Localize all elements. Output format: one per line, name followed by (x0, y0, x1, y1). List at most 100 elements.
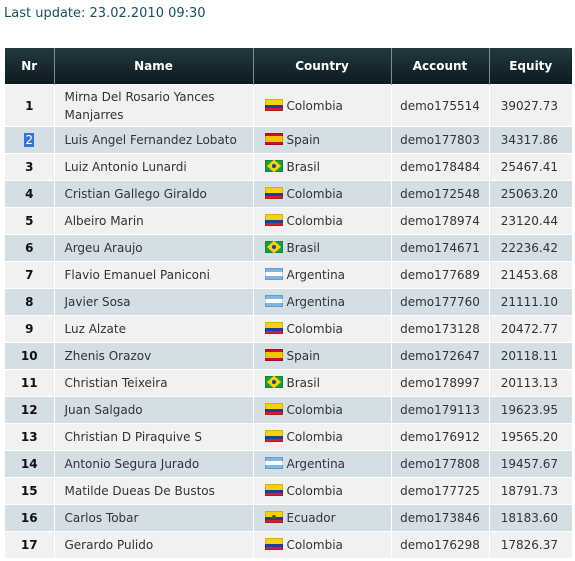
cell-account: demo179113 (390, 396, 489, 424)
rank-number: 11 (20, 376, 38, 390)
ranking-table-container: Nr Name Country Account Equity 1 Mirna De… (5, 48, 572, 558)
cell-name: Argeu Araujo (53, 234, 253, 262)
cell-name: Zhenis Orazov (53, 342, 253, 370)
argentina-flag-icon (264, 268, 283, 280)
country-name: Brasil (286, 160, 320, 174)
country-name: Colombia (286, 214, 343, 228)
column-header-nr: Nr (5, 48, 54, 85)
cell-account: demo174671 (390, 234, 489, 262)
table-row: 8 Javier Sosa Argentina demo177760 21111.10 (5, 288, 572, 316)
table-row: 9 Luz Alzate Colombia demo173128 20472.77 (5, 315, 572, 343)
cell-equity: 20472.77 (488, 315, 572, 343)
cell-country: Brasil (252, 153, 391, 181)
cell-nr: 10 (5, 342, 54, 370)
cell-nr: 2 (5, 126, 54, 154)
country-name: Colombia (286, 322, 343, 336)
rank-number: 1 (25, 98, 34, 113)
cell-nr: 16 (5, 504, 54, 532)
cell-account: demo178974 (390, 207, 489, 235)
cell-equity: 22236.42 (488, 234, 572, 262)
cell-nr: 6 (5, 234, 54, 262)
colombia-flag-icon (264, 98, 283, 111)
rank-number: 16 (20, 511, 38, 525)
cell-nr: 5 (5, 207, 54, 235)
table-row: 12 Juan Salgado Colombia demo179113 19623.95 (5, 396, 572, 424)
cell-equity: 19457.67 (488, 450, 572, 478)
country-name: Argentina (286, 268, 346, 282)
rank-number: 17 (20, 538, 38, 552)
cell-equity: 25063.20 (488, 180, 572, 208)
cell-name: Mirna Del Rosario Yances Manjarres (53, 84, 253, 127)
colombia-flag-icon (264, 187, 283, 199)
cell-equity: 34317.86 (488, 126, 572, 154)
country-name: Brasil (286, 241, 320, 255)
cell-name: Albeiro Marin (53, 207, 253, 235)
brasil-flag-icon (264, 241, 283, 253)
rank-number: 5 (25, 214, 34, 228)
table-row: 7 Flavio Emanuel Paniconi Argentina demo177… (5, 261, 572, 289)
cell-country: Argentina (252, 261, 391, 289)
cell-country: Colombia (252, 207, 391, 235)
cell-name: Javier Sosa (53, 288, 253, 316)
cell-nr: 3 (5, 153, 54, 181)
country-name: Colombia (286, 484, 343, 498)
cell-equity: 18183.60 (488, 504, 572, 532)
country-name: Spain (286, 133, 321, 147)
cell-name: Christian D Piraquive S (53, 423, 253, 451)
column-header-name: Name (53, 48, 253, 85)
cell-equity: 17826.37 (488, 531, 572, 558)
argentina-flag-icon (264, 295, 283, 307)
table-row: 3 Luiz Antonio Lunardi Brasil demo178484 254… (5, 153, 572, 181)
table-body: 1 Mirna Del Rosario Yances Manjarres Colom… (5, 84, 572, 558)
cell-equity: 39027.73 (488, 84, 572, 127)
cell-nr: 12 (5, 396, 54, 424)
country-name: Colombia (286, 187, 343, 201)
colombia-flag-icon (264, 430, 283, 442)
cell-country: Colombia (252, 531, 391, 558)
country-name: Argentina (286, 457, 346, 471)
table-row: 17 Gerardo Pulido Colombia demo176298 17826.… (5, 531, 572, 558)
colombia-flag-icon (264, 538, 283, 550)
cell-country: Colombia (252, 396, 391, 424)
colombia-flag-icon (264, 403, 283, 415)
rank-number: 10 (20, 349, 38, 363)
cell-equity: 21453.68 (488, 261, 572, 289)
cell-name: Matilde Dueas De Bustos (53, 477, 253, 505)
cell-account: demo176912 (390, 423, 489, 451)
colombia-flag-icon (264, 322, 283, 334)
cell-account: demo177760 (390, 288, 489, 316)
cell-equity: 18791.73 (488, 477, 572, 505)
selected-text-highlight[interactable]: 2 (24, 133, 35, 147)
cell-equity: 23120.44 (488, 207, 572, 235)
colombia-flag-icon (264, 214, 283, 226)
column-header-country: Country (252, 48, 391, 85)
cell-equity: 25467.41 (488, 153, 572, 181)
cell-account: demo173846 (390, 504, 489, 532)
rank-number: 14 (20, 457, 38, 471)
cell-nr: 13 (5, 423, 54, 451)
cell-nr: 14 (5, 450, 54, 478)
country-name: Colombia (286, 430, 343, 444)
cell-account: demo172548 (390, 180, 489, 208)
country-name: Colombia (286, 403, 343, 417)
cell-nr: 8 (5, 288, 54, 316)
brasil-flag-icon (264, 160, 283, 172)
cell-equity: 19623.95 (488, 396, 572, 424)
cell-nr: 11 (5, 369, 54, 397)
brasil-flag-icon (264, 376, 283, 388)
cell-country: Brasil (252, 234, 391, 262)
cell-nr: 4 (5, 180, 54, 208)
cell-country: Colombia (252, 477, 391, 505)
country-name: Brasil (286, 376, 320, 390)
table-row: 1 Mirna Del Rosario Yances Manjarres Colom… (5, 84, 572, 127)
country-name: Spain (286, 349, 321, 363)
column-header-account: Account (390, 48, 489, 85)
cell-nr: 7 (5, 261, 54, 289)
ranking-table: Nr Name Country Account Equity 1 Mirna De… (5, 48, 572, 558)
table-row: 10 Zhenis Orazov Spain demo172647 20118.11 (5, 342, 572, 370)
cell-account: demo177725 (390, 477, 489, 505)
rank-number: 4 (25, 187, 34, 201)
cell-account: demo177689 (390, 261, 489, 289)
cell-name: Antonio Segura Jurado (53, 450, 253, 478)
cell-country: Argentina (252, 450, 391, 478)
